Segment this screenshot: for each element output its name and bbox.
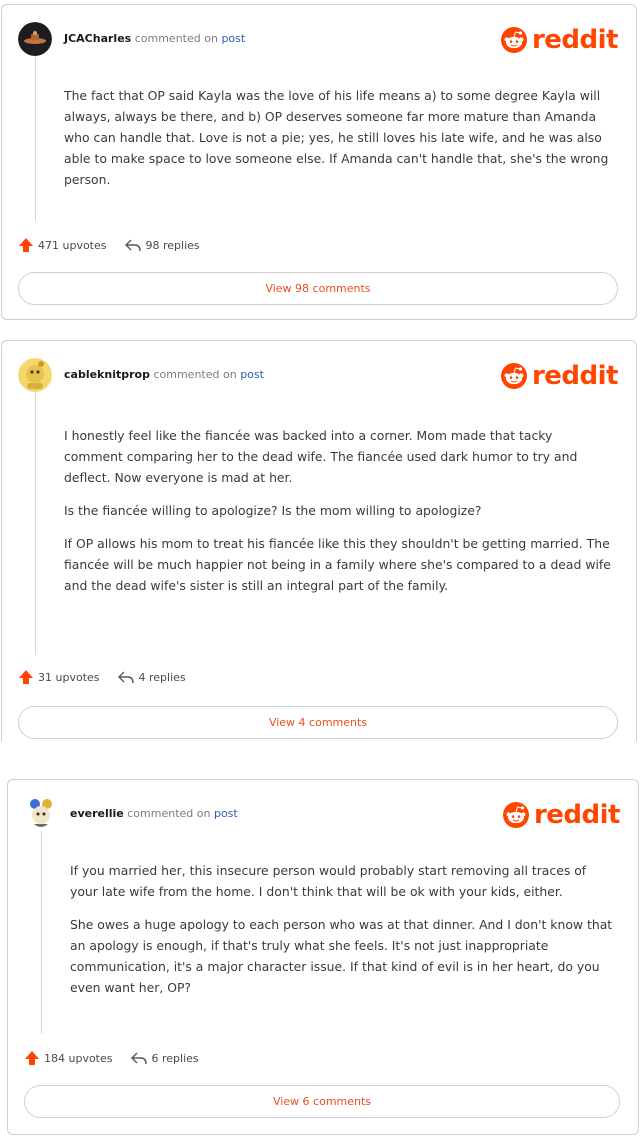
reply-icon[interactable] — [124, 239, 141, 252]
upvote-count: 31 upvotes — [38, 670, 100, 684]
thread-line[interactable] — [41, 826, 42, 1034]
comment-paragraph: If OP allows his mom to treat his fiancé… — [64, 536, 611, 593]
comment-paragraph: Is the fiancée willing to apologize? Is … — [64, 503, 482, 518]
reddit-wordmark: reddit — [531, 361, 619, 391]
reply-count[interactable]: 6 replies — [152, 1052, 199, 1065]
upvote-icon[interactable] — [24, 1050, 40, 1066]
thread-line[interactable] — [35, 391, 36, 655]
comment-card: cableknitprop commented on post reddit I… — [1, 340, 637, 742]
comment-paragraph: If you married her, this insecure person… — [70, 863, 587, 899]
comment-meta: cableknitprop commented on post — [64, 368, 264, 381]
comment-card: everellie commented on post reddit If yo… — [7, 779, 639, 1135]
comment-paragraph: I honestly feel like the fiancée was bac… — [64, 428, 578, 485]
username[interactable]: cableknitprop — [64, 368, 150, 381]
post-link[interactable]: post — [221, 32, 245, 45]
reddit-logo: reddit — [500, 25, 619, 55]
upvote-icon[interactable] — [18, 237, 34, 253]
avatar-image — [24, 797, 58, 831]
user-avatar[interactable] — [18, 22, 52, 56]
comment-card: JCACharles commented on post reddit The … — [1, 4, 637, 320]
view-comments-button[interactable]: View 98 comments — [18, 272, 618, 305]
post-link[interactable]: post — [240, 368, 264, 381]
comment-paragraph: She owes a huge apology to each person w… — [70, 917, 613, 995]
thread-line[interactable] — [35, 51, 36, 221]
user-avatar[interactable] — [18, 358, 52, 392]
commented-on-text: commented on — [134, 32, 218, 45]
commented-on-text: commented on — [153, 368, 237, 381]
reply-icon[interactable] — [130, 1052, 147, 1065]
username[interactable]: JCACharles — [64, 32, 131, 45]
upvote-count: 184 upvotes — [44, 1051, 113, 1065]
view-comments-button[interactable]: View 4 comments — [18, 706, 618, 739]
commented-on-text: commented on — [127, 807, 211, 820]
reddit-wordmark: reddit — [531, 25, 619, 55]
reddit-logo: reddit — [502, 800, 621, 830]
post-link[interactable]: post — [214, 807, 238, 820]
reddit-alien-icon — [500, 27, 527, 53]
comment-paragraph: The fact that OP said Kayla was the love… — [64, 88, 609, 187]
comment-actions: 184 upvotes 6 replies — [24, 1050, 199, 1066]
upvote-count: 471 upvotes — [38, 238, 107, 252]
reply-icon[interactable] — [117, 671, 134, 684]
avatar-image — [18, 358, 52, 392]
view-comments-button[interactable]: View 6 comments — [24, 1085, 620, 1118]
username[interactable]: everellie — [70, 807, 124, 820]
reddit-logo: reddit — [500, 361, 619, 391]
comment-meta: everellie commented on post — [70, 807, 238, 820]
reddit-alien-icon — [500, 363, 527, 389]
reply-count[interactable]: 98 replies — [146, 239, 200, 252]
reddit-wordmark: reddit — [533, 800, 621, 830]
reddit-alien-icon — [502, 802, 529, 828]
reply-count[interactable]: 4 replies — [139, 671, 186, 684]
comment-body: If you married her, this insecure person… — [70, 860, 614, 1010]
comment-actions: 471 upvotes 98 replies — [18, 237, 200, 253]
comment-body: I honestly feel like the fiancée was bac… — [64, 425, 612, 608]
comment-body: The fact that OP said Kayla was the love… — [64, 85, 612, 202]
comment-actions: 31 upvotes 4 replies — [18, 669, 186, 685]
user-avatar[interactable] — [24, 797, 58, 831]
comment-meta: JCACharles commented on post — [64, 32, 245, 45]
avatar-image — [18, 22, 52, 56]
upvote-icon[interactable] — [18, 669, 34, 685]
